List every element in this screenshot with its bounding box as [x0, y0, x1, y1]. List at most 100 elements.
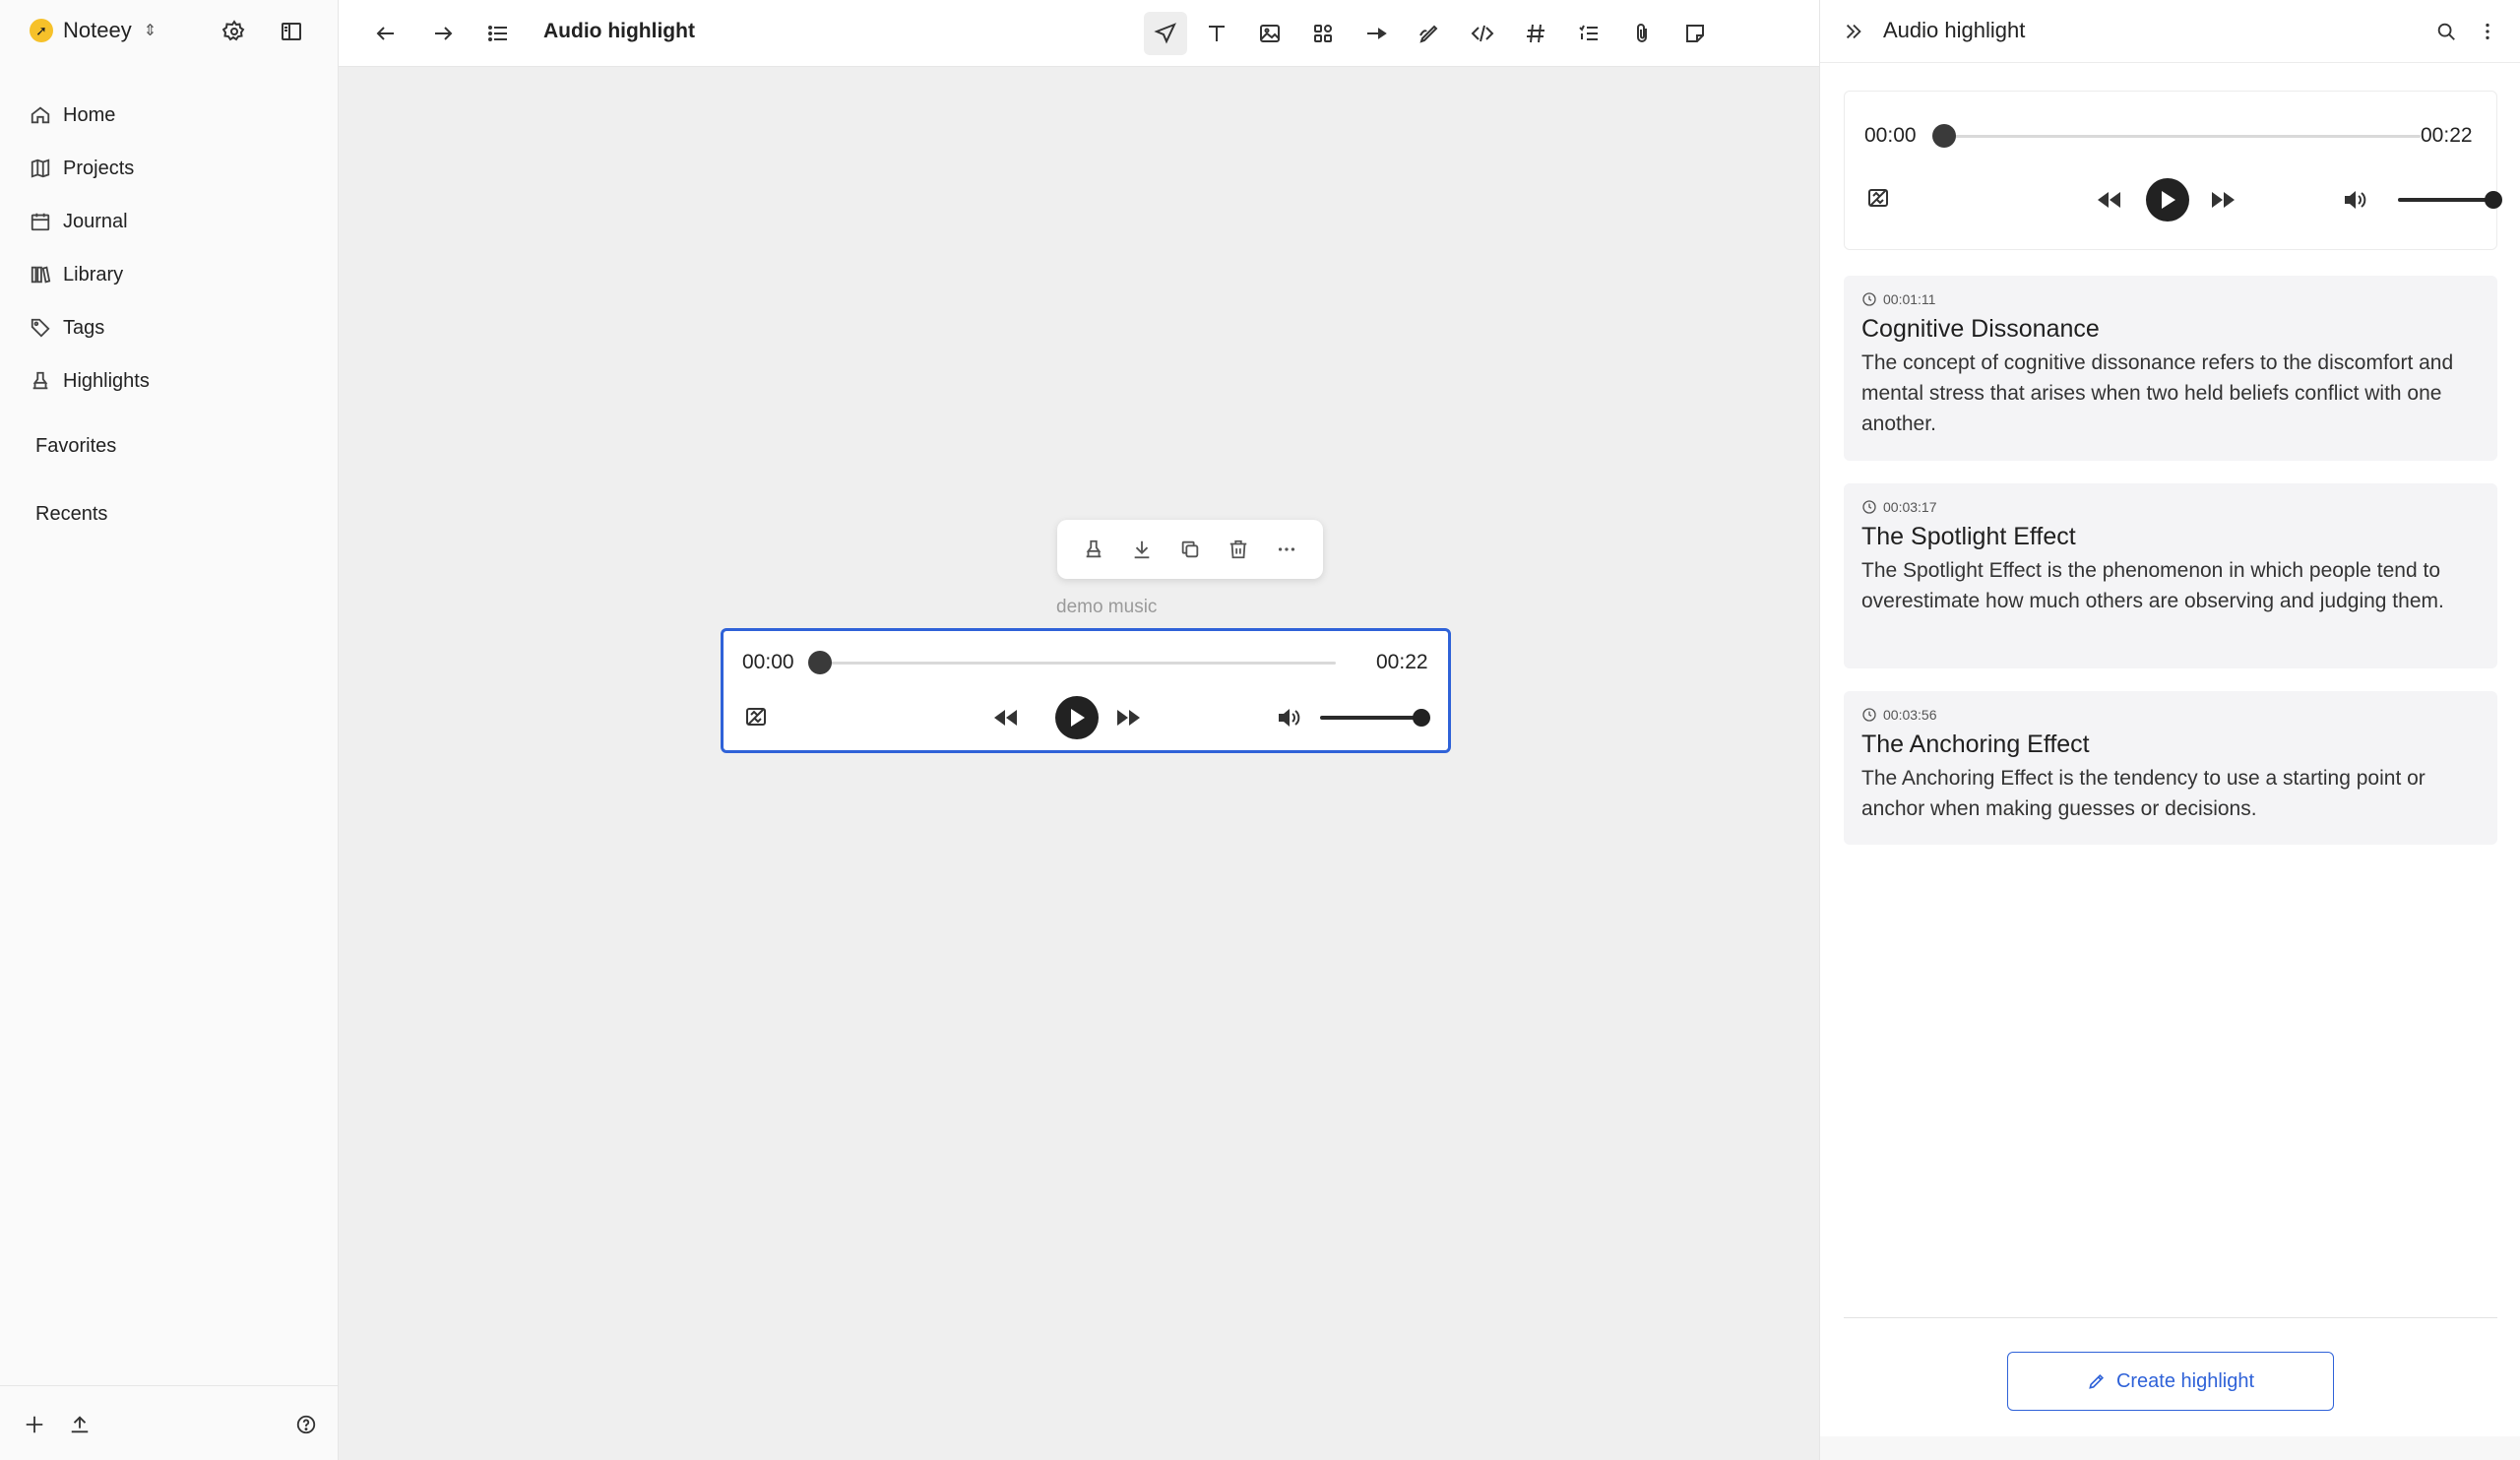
- sidebar-item-label: Tags: [63, 316, 105, 339]
- attachment-icon[interactable]: [1626, 18, 1658, 49]
- fast-forward-icon[interactable]: [1113, 704, 1143, 731]
- sidebar-item-label: Home: [63, 103, 116, 126]
- duplicate-icon[interactable]: [1176, 536, 1204, 563]
- highlights-panel: Audio highlight 00:00 00:22 00:01:11 Cog…: [1819, 0, 2520, 1460]
- add-icon[interactable]: [22, 1412, 47, 1437]
- checklist-icon[interactable]: [1573, 18, 1605, 49]
- panel-footer-strip: [1820, 1436, 2520, 1460]
- download-icon[interactable]: [1128, 536, 1156, 563]
- rewind-icon[interactable]: [991, 704, 1021, 731]
- highlight-timestamp: 00:03:56: [1861, 707, 2480, 723]
- calendar-icon: [31, 213, 50, 231]
- outline-list-icon[interactable]: [482, 18, 514, 49]
- seek-handle[interactable]: [1932, 124, 1956, 148]
- block-toolbar: [1057, 520, 1323, 579]
- sidebar-item-journal[interactable]: Journal: [30, 195, 315, 248]
- highlight-card[interactable]: 00:03:56 The Anchoring Effect The Anchor…: [1844, 691, 2497, 845]
- favorites-section[interactable]: Favorites: [35, 435, 116, 458]
- highlight-body: The Anchoring Effect is the tendency to …: [1861, 767, 2426, 820]
- audio-block-caption[interactable]: demo music: [1056, 597, 1157, 618]
- recents-section[interactable]: Recents: [35, 503, 107, 526]
- volume-icon[interactable]: [1275, 704, 1304, 731]
- sidebar-item-tags[interactable]: Tags: [30, 301, 315, 354]
- sidebar: ➚ Noteey ⇕ Home Projects Journal Library…: [0, 0, 339, 1460]
- sidebar-item-home[interactable]: Home: [30, 89, 315, 142]
- volume-icon[interactable]: [2341, 186, 2370, 214]
- home-icon: [31, 106, 50, 124]
- forward-arrow-icon[interactable]: [427, 18, 459, 49]
- duration-time: 00:22: [2421, 124, 2473, 147]
- upload-icon[interactable]: [67, 1412, 93, 1437]
- audio-player-block[interactable]: 00:00 00:22: [721, 628, 1451, 753]
- search-icon[interactable]: [2432, 18, 2460, 45]
- library-icon: [31, 266, 51, 284]
- settings-icon[interactable]: [220, 18, 248, 45]
- highlight-title: The Anchoring Effect: [1861, 730, 2090, 758]
- highlight-card[interactable]: 00:01:11 Cognitive Dissonance The concep…: [1844, 276, 2497, 461]
- trash-icon[interactable]: [1225, 536, 1252, 563]
- sidebar-item-label: Highlights: [63, 369, 150, 392]
- editor-toolbar: Audio highlight: [339, 0, 1819, 67]
- seek-track[interactable]: [1938, 135, 2421, 138]
- highlight-timestamp: 00:01:11: [1861, 291, 2480, 307]
- create-highlight-button[interactable]: Create highlight: [2007, 1352, 2334, 1411]
- workspace-switcher[interactable]: ➚ Noteey ⇕: [30, 16, 157, 45]
- create-highlight-label: Create highlight: [2115, 1369, 2255, 1392]
- sidebar-item-highlights[interactable]: Highlights: [30, 354, 315, 408]
- panel-title: Audio highlight: [1883, 18, 2026, 42]
- highlighter-icon[interactable]: [1080, 536, 1107, 563]
- more-vertical-icon[interactable]: [2474, 18, 2501, 45]
- noteey-logo-icon: ➚: [30, 19, 53, 42]
- panel-audio-player: 00:00 00:22: [1844, 91, 2502, 250]
- highlight-card[interactable]: 00:03:17 The Spotlight Effect The Spotli…: [1844, 483, 2497, 668]
- loop-off-icon[interactable]: [742, 703, 770, 730]
- shapes-tool-icon[interactable]: [1307, 18, 1339, 49]
- volume-handle[interactable]: [1413, 709, 1430, 727]
- help-icon[interactable]: [293, 1412, 319, 1437]
- clock-icon: [1862, 500, 1876, 514]
- current-time: 00:00: [742, 651, 794, 673]
- seek-handle[interactable]: [808, 651, 832, 674]
- toggle-sidebar-icon[interactable]: [278, 18, 305, 45]
- chevron-updown-icon: ⇕: [143, 23, 158, 39]
- collapse-panel-icon[interactable]: [1840, 18, 1867, 45]
- highlight-time: 00:03:17: [1883, 499, 1937, 515]
- play-button[interactable]: [1055, 696, 1099, 739]
- clock-icon: [1862, 708, 1876, 722]
- more-options-icon[interactable]: [1273, 536, 1300, 563]
- volume-handle[interactable]: [2485, 191, 2502, 209]
- sidebar-item-label: Journal: [63, 210, 128, 232]
- connector-arrow-icon[interactable]: [1360, 18, 1392, 49]
- volume-slider[interactable]: [2398, 198, 2496, 202]
- text-tool-icon[interactable]: [1201, 18, 1232, 49]
- duration-time: 00:22: [1376, 651, 1428, 673]
- sticky-note-icon[interactable]: [1679, 18, 1711, 49]
- play-button[interactable]: [2146, 178, 2189, 222]
- panel-header: Audio highlight: [1820, 0, 2520, 63]
- highlighter-icon: [32, 371, 48, 390]
- tag-icon: [31, 318, 50, 338]
- highlight-title: Cognitive Dissonance: [1861, 315, 2100, 343]
- rewind-icon[interactable]: [2095, 186, 2124, 214]
- seek-track[interactable]: [814, 662, 1336, 665]
- pen-draw-icon[interactable]: [1414, 18, 1445, 49]
- highlight-time: 00:01:11: [1883, 291, 1936, 307]
- highlight-title: The Spotlight Effect: [1861, 523, 2076, 550]
- map-icon: [31, 159, 50, 178]
- sidebar-item-projects[interactable]: Projects: [30, 142, 315, 195]
- select-pointer-icon[interactable]: [1144, 12, 1187, 55]
- code-tool-icon[interactable]: [1467, 18, 1498, 49]
- back-arrow-icon[interactable]: [370, 18, 402, 49]
- canvas-area[interactable]: Audio highlight demo music 00:00 00:22: [339, 0, 1819, 1460]
- loop-off-icon[interactable]: [1864, 184, 1892, 212]
- highlight-time: 00:03:56: [1883, 707, 1937, 723]
- document-title[interactable]: Audio highlight: [543, 20, 695, 43]
- image-tool-icon[interactable]: [1254, 18, 1286, 49]
- hashtag-icon[interactable]: [1520, 18, 1551, 49]
- sidebar-item-label: Projects: [63, 157, 135, 179]
- volume-slider[interactable]: [1320, 716, 1424, 720]
- pencil-icon: [2089, 1373, 2104, 1389]
- audio-player: 00:00 00:22: [724, 631, 1448, 750]
- fast-forward-icon[interactable]: [2208, 186, 2237, 214]
- sidebar-item-library[interactable]: Library: [30, 248, 315, 301]
